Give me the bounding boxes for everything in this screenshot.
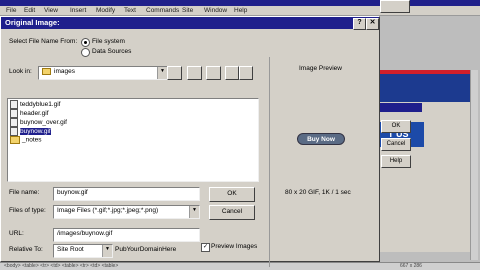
list-item[interactable]: buynow_over.gif [10,118,67,127]
details-view-icon[interactable] [239,66,253,80]
help-icon[interactable]: ? [353,18,366,30]
files-of-type-value: Image Files (*.gif;*.jpg;*.jpeg;*.png) [57,207,159,214]
desktop-icon[interactable] [187,66,202,80]
list-item[interactable]: header.gif [10,109,49,118]
radio-file-system-label: File system [92,38,125,45]
web-blue-header [380,74,470,102]
side-dialog-titlebar [380,103,422,112]
image-file-icon [10,100,18,109]
image-preview-label: Image Preview [299,65,342,72]
window-size: 667 x 286 [400,263,422,269]
image-file-icon [10,118,18,127]
side-ok-btn[interactable]: OK [381,120,411,133]
file-name: header.gif [20,110,49,117]
tag-selector[interactable]: <body> <table> <tr> <td> <table> <tr> <t… [4,263,118,269]
menu-help[interactable]: Help [234,7,247,14]
look-in-select[interactable]: images ▼ [38,66,168,80]
status-bar: <body> <table> <tr> <td> <table> <tr> <t… [0,262,480,270]
chevron-down-icon[interactable]: ▼ [157,67,167,79]
radio-file-system[interactable] [81,38,90,47]
side-cancel-button[interactable]: Cancel [381,138,411,151]
preview-images-label: Preview Images [211,243,258,250]
folder-name: _notes [22,136,42,144]
list-item[interactable]: _notes [10,136,42,145]
new-folder-icon[interactable] [206,66,221,80]
side-help-button[interactable]: Help [381,155,411,168]
divider [269,57,270,267]
look-in-value: images [54,68,75,75]
image-info: 80 x 20 GIF, 1K / 1 sec [285,189,351,196]
url-input[interactable]: /images/buynow.gif [53,228,200,242]
vertical-scrollbar[interactable] [470,70,478,260]
file-name: teddyblue1.gif [20,101,61,108]
list-item-selected[interactable]: buynow.gif [10,127,52,136]
relative-to-select[interactable]: Site Root ▼ [53,244,113,258]
folder-icon [10,136,20,144]
close-icon[interactable]: ✕ [366,18,379,30]
files-of-type-label: Files of type: [9,207,46,214]
url-label: URL: [9,230,24,237]
relative-to-label: Relative To: [9,246,43,253]
menu-modify[interactable]: Modify [96,7,115,14]
relative-path: PubYourDomainHere [115,246,177,253]
menu-site[interactable]: Site [182,7,193,14]
menu-insert[interactable]: Insert [70,7,86,14]
cancel-button[interactable]: Cancel [209,205,255,220]
relative-to-value: Site Root [57,246,84,253]
menu-commands[interactable]: Commands [146,7,179,14]
chevron-down-icon[interactable]: ▼ [102,245,112,257]
file-name: buynow_over.gif [20,119,67,126]
menu-edit[interactable]: Edit [24,7,35,14]
select-from-label: Select File Name From: [9,38,78,45]
list-view-icon[interactable] [225,66,239,80]
preview-images-checkbox[interactable]: ✓ [201,243,210,252]
file-name-label: File name: [9,189,40,196]
chevron-down-icon[interactable]: ▼ [189,206,199,218]
image-preview: Buy Now [297,133,345,145]
files-of-type-select[interactable]: Image Files (*.gif;*.jpg;*.jpeg;*.png) ▼ [53,205,200,219]
folder-icon [42,67,51,75]
image-file-icon [10,127,18,136]
file-name: buynow.gif [19,127,52,136]
image-file-icon [10,109,18,118]
up-folder-icon[interactable] [167,66,182,80]
menu-text[interactable]: Text [124,7,136,14]
ok-button[interactable]: OK [209,187,255,202]
list-item[interactable]: teddyblue1.gif [10,100,60,109]
menu-file[interactable]: File [6,7,16,14]
select-image-dialog: Original Image: ? ✕ Select File Name Fro… [0,16,380,267]
dialog-titlebar: Original Image: ? ✕ [1,17,379,30]
radio-data-sources-label: Data Sources [92,48,132,55]
radio-data-sources[interactable] [81,48,90,57]
menu-view[interactable]: View [44,7,58,14]
dialog-title: Original Image: [5,18,60,27]
look-in-label: Look in: [9,68,32,75]
file-list[interactable]: teddyblue1.gif header.gif buynow_over.gi… [7,98,259,182]
menu-window[interactable]: Window [204,7,227,14]
file-name-input[interactable]: buynow.gif [53,187,200,201]
